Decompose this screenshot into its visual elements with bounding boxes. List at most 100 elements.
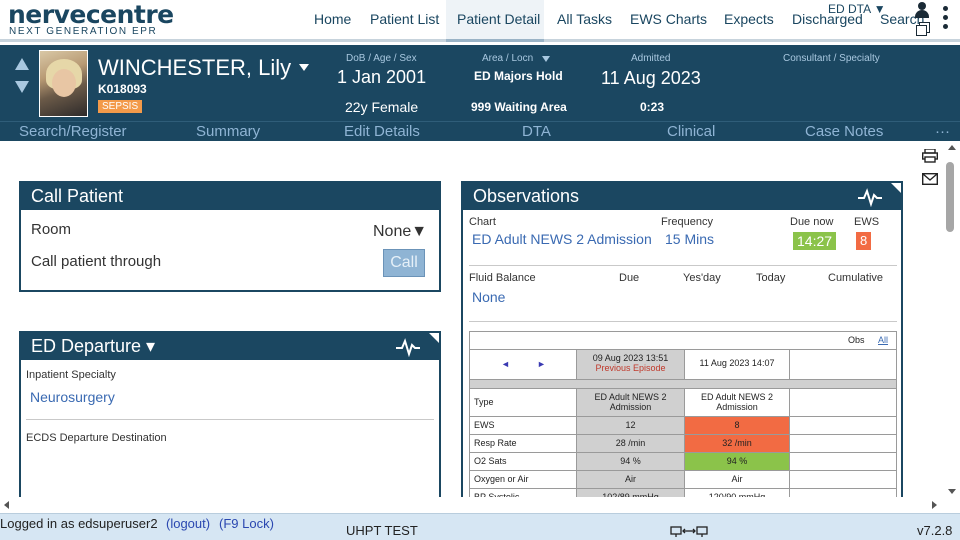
chart-value[interactable]: ED Adult NEWS 2 Admission [472, 231, 652, 247]
obs-row-label: O2 Sats [474, 456, 507, 466]
ews-badge: 8 [856, 232, 872, 250]
due-now-badge: 14:27 [793, 232, 837, 250]
call-through-label: Call patient through [31, 253, 162, 270]
obs-cell: 94 % [576, 453, 684, 470]
obs-all-link[interactable]: All [878, 335, 888, 345]
frequency-label: Frequency [661, 216, 713, 228]
nav-all-tasks[interactable]: All Tasks [557, 11, 612, 27]
status-footer: Logged in as edsuperuser2 (logout) (F9 L… [0, 513, 960, 540]
obs-cell: 32 /min [684, 435, 790, 452]
call-button[interactable]: Call [383, 249, 425, 277]
lock-link[interactable]: (F9 Lock) [219, 516, 274, 531]
subnav-summary[interactable]: Summary [196, 123, 260, 140]
panel-corner-icon[interactable] [429, 333, 439, 343]
fluid-cumulative-label: Cumulative [828, 272, 884, 284]
vertical-scroll-thumb[interactable] [946, 162, 954, 232]
nav-home[interactable]: Home [314, 11, 351, 27]
scroll-right-icon[interactable] [932, 501, 937, 509]
obs-row-label: Type [474, 397, 494, 407]
email-icon[interactable] [922, 173, 938, 185]
horizontal-scrollbar[interactable] [0, 497, 944, 513]
call-patient-panel: Call Patient Room None▼ Call patient thr… [19, 181, 441, 292]
obs-col1-date: 09 Aug 2023 13:51 [592, 353, 669, 363]
obs-col2-date: 11 Aug 2023 14:07 [699, 358, 775, 368]
admitted-time: 0:23 [640, 100, 665, 114]
nav-ews-charts[interactable]: EWS Charts [630, 11, 707, 27]
subnav-more[interactable]: ··· [935, 123, 950, 140]
logged-in-text: Logged in as edsuperuser2 [0, 516, 158, 531]
obs-cell: 120/90 mmHg [684, 489, 790, 497]
table-row: BP Systolic 102/89 mmHg 120/90 mmHg [470, 488, 896, 497]
divider [26, 419, 434, 420]
subnav-case-notes[interactable]: Case Notes [805, 123, 883, 140]
table-row: O2 Sats 94 % 94 % [470, 452, 896, 470]
obs-col2-header: 11 Aug 2023 14:07 [684, 350, 790, 379]
app-logo: nervecentre [8, 0, 174, 29]
obs-cell: ED Adult NEWS 2 Admission [684, 389, 790, 416]
obs-prev-icon[interactable]: ◄ [501, 359, 510, 369]
obs-row-label: EWS [474, 420, 495, 430]
ed-departure-title[interactable]: ED Departure ▾ [21, 333, 439, 360]
obs-col1-header: 09 Aug 2023 13:51 Previous Episode [576, 350, 684, 379]
ed-dta-dropdown[interactable]: ED DTA ▼ [828, 2, 886, 16]
fluid-yesterday-label: Yes'day [683, 272, 721, 284]
obs-cell: ED Adult NEWS 2 Admission [576, 389, 684, 416]
content-area: Call Patient Room None▼ Call patient thr… [0, 141, 944, 497]
divider [469, 265, 897, 266]
print-icon[interactable] [922, 149, 938, 163]
version-label: v7.2.8 [917, 523, 953, 538]
obs-row-label: Oxygen or Air [474, 474, 529, 484]
scroll-up-icon[interactable] [948, 145, 956, 150]
observations-title: Observations [463, 183, 901, 210]
obs-cell: 28 /min [576, 435, 684, 452]
fluid-today-label: Today [756, 272, 786, 284]
scroll-down-icon[interactable] [948, 489, 956, 494]
inpatient-specialty-value[interactable]: Neurosurgery [30, 389, 115, 405]
subnav-edit-details[interactable]: Edit Details [344, 123, 420, 140]
consultant-label: Consultant / Specialty [783, 53, 880, 64]
nav-patient-list[interactable]: Patient List [370, 11, 439, 27]
subnav-search-register[interactable]: Search/Register [19, 123, 127, 140]
frequency-value[interactable]: 15 Mins [665, 231, 714, 247]
fluid-balance-value[interactable]: None [472, 289, 505, 305]
copy-icon[interactable] [916, 22, 930, 36]
table-row: Oxygen or Air Air Air [470, 470, 896, 488]
subnav-clinical[interactable]: Clinical [667, 123, 715, 140]
table-row: Resp Rate 28 /min 32 /min [470, 434, 896, 452]
ews-label: EWS [854, 216, 880, 228]
table-row: EWS 12 8 [470, 416, 896, 434]
obs-date-row: ◄ ► 09 Aug 2023 13:51 Previous Episode 1… [470, 349, 896, 379]
subnav-dta[interactable]: DTA [522, 123, 551, 140]
room-select[interactable]: None▼ [373, 223, 427, 241]
divider [469, 321, 897, 322]
nav-patient-detail[interactable]: Patient Detail [457, 11, 540, 27]
obs-table-header: Obs All [470, 332, 896, 349]
more-menu-icon[interactable] [943, 6, 949, 30]
obs-cell: 102/89 mmHg [576, 489, 684, 497]
obs-cell: 12 [576, 417, 684, 434]
patient-menu-caret-icon[interactable] [299, 64, 309, 71]
patient-id: K018093 [98, 82, 147, 96]
logout-link[interactable]: (logout) [166, 516, 210, 531]
next-patient-icon[interactable] [15, 81, 29, 93]
nav-expects[interactable]: Expects [724, 11, 774, 27]
obs-row-label: Resp Rate [474, 438, 517, 448]
scroll-left-icon[interactable] [4, 501, 9, 509]
area-caret-icon[interactable] [542, 56, 550, 62]
obs-cell: Air [684, 471, 790, 488]
patient-name[interactable]: WINCHESTER, Lily [98, 55, 291, 81]
fluid-due-label: Due [619, 272, 640, 284]
user-icon[interactable] [914, 2, 930, 18]
panel-corner-icon[interactable] [891, 183, 901, 193]
call-patient-title: Call Patient [21, 183, 439, 210]
previous-patient-icon[interactable] [15, 58, 29, 70]
pulse-icon[interactable] [395, 337, 421, 357]
area-label: Area / Locn [482, 53, 534, 64]
pulse-icon[interactable] [857, 187, 883, 207]
departure-destination-label: ECDS Departure Destination [26, 432, 167, 444]
due-now-label: Due now [790, 216, 834, 228]
screen-swap-icon[interactable] [670, 526, 710, 538]
age-sex-value: 22y Female [345, 99, 419, 115]
obs-next-icon[interactable]: ► [537, 359, 546, 369]
top-bar: nervecentre NEXT GENERATION EPR Home Pat… [0, 0, 960, 42]
